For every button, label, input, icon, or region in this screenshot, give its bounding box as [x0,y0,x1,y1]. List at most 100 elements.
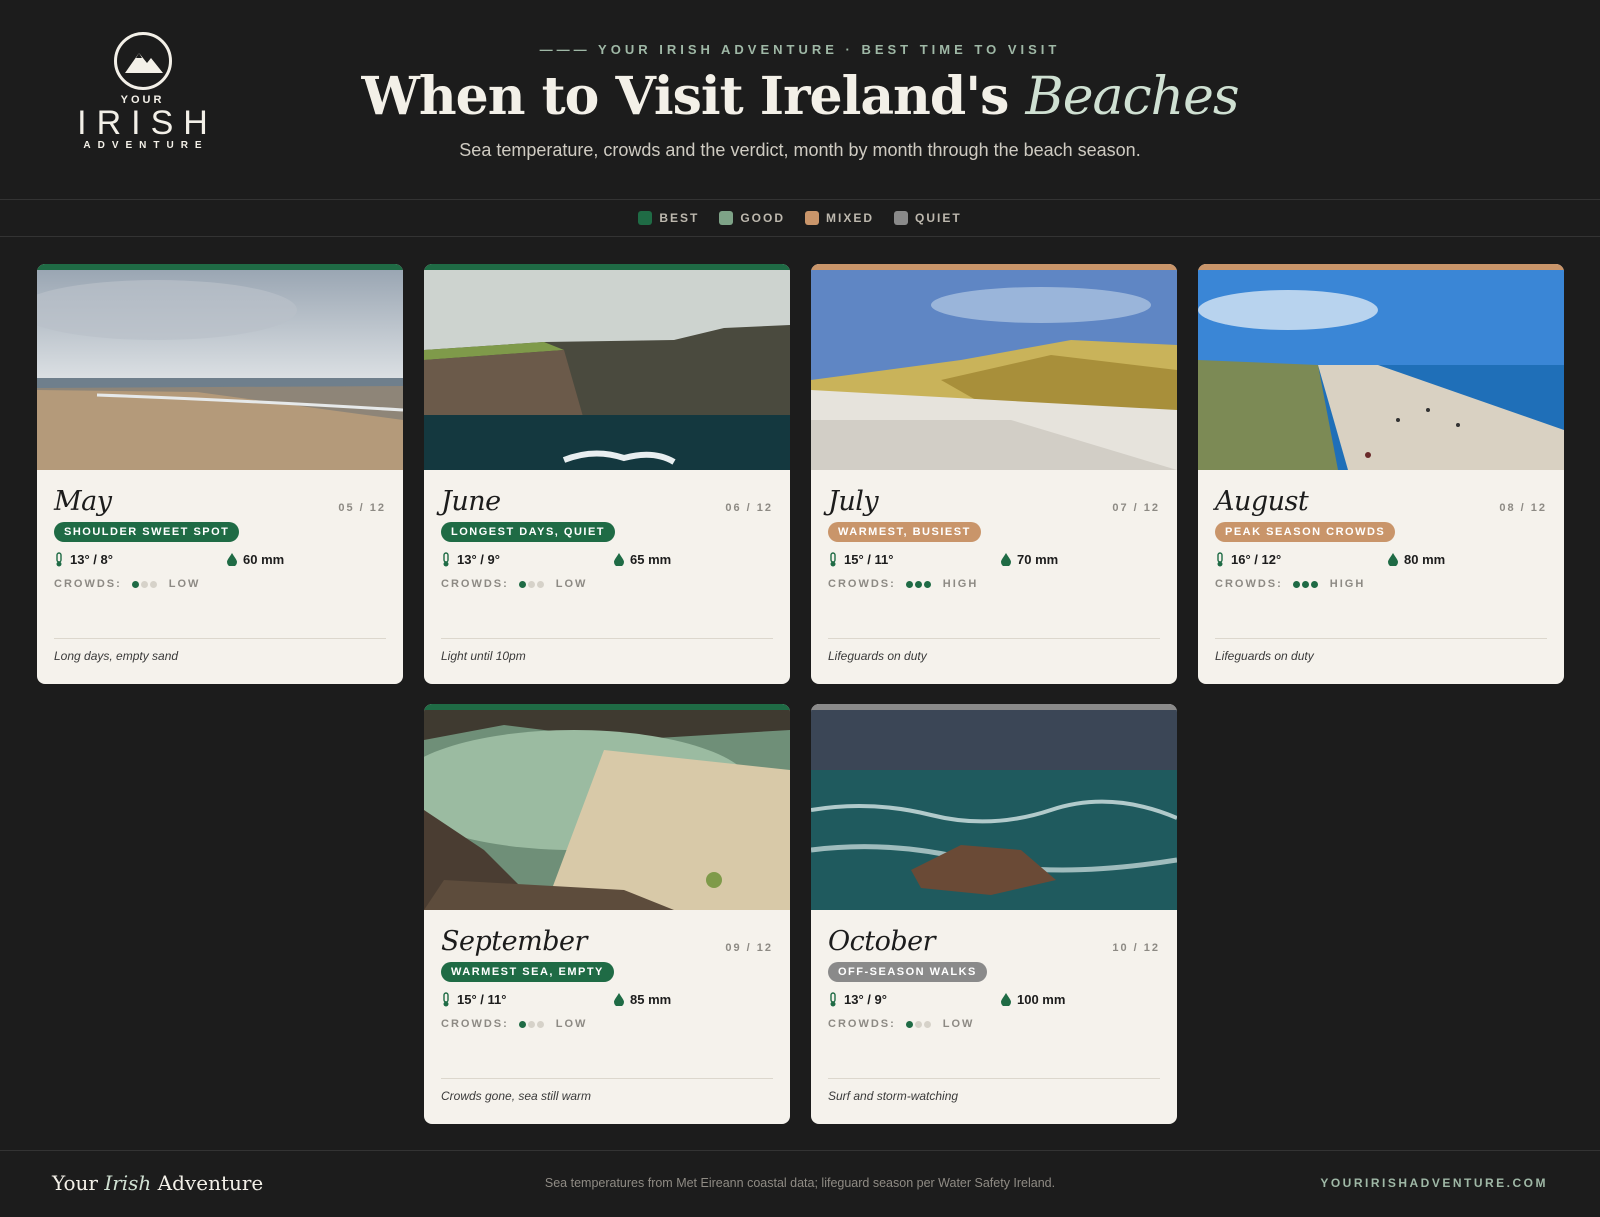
legend-label: QUIET [915,211,962,225]
crowd-level-text: LOW [168,578,201,590]
legend-swatch [894,211,909,225]
month-name: August [1215,486,1309,517]
crowd-level-text: LOW [555,1018,588,1030]
temperature-value: 13° / 8° [70,552,113,567]
crowd-dot [518,580,526,588]
month-number: 06 / 12 [725,502,773,514]
eyebrow: ——— YOUR IRISH ADVENTURE · BEST TIME TO … [539,42,1061,57]
crowd-dot [905,580,913,588]
verdict-badge: SHOULDER SWEET SPOT [54,522,240,542]
crowd-dot [518,1020,526,1028]
crowd-dot [536,580,544,588]
crowd-level-text: LOW [942,1018,975,1030]
crowd-dots [1292,580,1318,588]
beach-photo [37,270,403,470]
thermometer-icon [830,992,836,1007]
legend-item-best: BEST [638,211,699,225]
crowd-level-text: HIGH [942,578,979,590]
temperature-value: 15° / 11° [457,992,507,1007]
crowd-dot [536,1020,544,1028]
card-body: July 07 / 12 WARMEST, BUSIEST 15° / 11° … [811,470,1177,684]
month-card-june[interactable]: June 06 / 12 LONGEST DAYS, QUIET 13° / 9… [424,264,790,684]
crowd-dots [131,580,157,588]
crowds-label: CROWDS: [828,578,896,590]
rainfall-value: 100 mm [1017,992,1066,1007]
crowds-row: CROWDS: HIGH [828,578,978,590]
temperature-stat: 13° / 8° [54,552,113,567]
raindrop-icon [1001,993,1011,1006]
crowd-dot [140,580,148,588]
footer-url-link[interactable]: YOURIRISHADVENTURE.COM [1320,1176,1548,1190]
crowds-label: CROWDS: [441,578,509,590]
page-header: YOUR IRISH ADVENTURE ——— YOUR IRISH ADVE… [0,0,1600,200]
crowd-level-text: HIGH [1329,578,1366,590]
raindrop-icon [614,553,624,566]
title-emphasis: Beaches [1025,67,1240,127]
legend-label: MIXED [826,211,875,225]
rainfall-stat: 80 mm [1388,552,1445,567]
crowd-dot [1292,580,1300,588]
card-note: Long days, empty sand [54,649,179,663]
month-number: 07 / 12 [1112,502,1160,514]
rainfall-value: 85 mm [630,992,672,1007]
card-body: June 06 / 12 LONGEST DAYS, QUIET 13° / 9… [424,470,790,684]
cove-photo [424,710,790,910]
legend-swatch [719,211,734,225]
temperature-stat: 16° / 12° [1215,552,1281,567]
thermometer-icon [830,552,836,567]
month-card-august[interactable]: August 08 / 12 PEAK SEASON CROWDS 16° / … [1198,264,1564,684]
title-main: When to Visit Ireland's [361,66,1026,127]
page-title: When to Visit Ireland's Beaches [0,66,1600,127]
card-body: May 05 / 12 SHOULDER SWEET SPOT 13° / 8°… [37,470,403,684]
month-name: May [54,486,112,517]
month-number: 10 / 12 [1112,942,1160,954]
crowd-dot [923,1020,931,1028]
card-note: Surf and storm-watching [828,1089,959,1103]
rainfall-stat: 65 mm [614,552,671,567]
raindrop-icon [1001,553,1011,566]
rainfall-stat: 70 mm [1001,552,1058,567]
month-card-may[interactable]: May 05 / 12 SHOULDER SWEET SPOT 13° / 8°… [37,264,403,684]
card-body: August 08 / 12 PEAK SEASON CROWDS 16° / … [1198,470,1564,684]
raindrop-icon [227,553,237,566]
month-card-october[interactable]: October 10 / 12 OFF-SEASON WALKS 13° / 9… [811,704,1177,1124]
page-footer: Your Irish Adventure Sea temperatures fr… [0,1150,1600,1217]
temperature-value: 13° / 9° [457,552,500,567]
legend-item-mixed: MIXED [805,211,874,225]
crowds-label: CROWDS: [54,578,122,590]
crowd-dot [149,580,157,588]
dunes-photo [811,270,1177,470]
crowd-dots [518,1020,544,1028]
crowd-dot [131,580,139,588]
temperature-stat: 13° / 9° [828,992,887,1007]
crowd-dot [1301,580,1309,588]
crowd-dots [518,580,544,588]
rainfall-stat: 60 mm [227,552,284,567]
thermometer-icon [443,552,449,567]
raindrop-icon [614,993,624,1006]
month-name: September [441,926,587,957]
thermometer-icon [443,992,449,1007]
temperature-stat: 15° / 11° [441,992,506,1007]
crowd-dot [1310,580,1318,588]
crowd-dot [914,1020,922,1028]
legend-item-good: GOOD [719,211,785,225]
divider [441,638,773,639]
rainfall-stat: 85 mm [614,992,671,1007]
temperature-value: 16° / 12° [1231,552,1282,567]
rainfall-stat: 100 mm [1001,992,1065,1007]
month-number: 08 / 12 [1499,502,1547,514]
month-card-july[interactable]: July 07 / 12 WARMEST, BUSIEST 15° / 11° … [811,264,1177,684]
temperature-stat: 15° / 11° [828,552,893,567]
crowds-row: CROWDS: LOW [441,1018,587,1030]
crowds-row: CROWDS: LOW [54,578,200,590]
month-card-september[interactable]: September 09 / 12 WARMEST SEA, EMPTY 15°… [424,704,790,1124]
busy-beach-photo [1198,270,1564,470]
month-number: 05 / 12 [338,502,386,514]
crowds-row: CROWDS: LOW [828,1018,974,1030]
card-body: October 10 / 12 OFF-SEASON WALKS 13° / 9… [811,910,1177,1124]
month-number: 09 / 12 [725,942,773,954]
verdict-badge: PEAK SEASON CROWDS [1215,522,1396,542]
crowds-row: CROWDS: HIGH [1215,578,1365,590]
rainfall-value: 70 mm [1017,552,1059,567]
